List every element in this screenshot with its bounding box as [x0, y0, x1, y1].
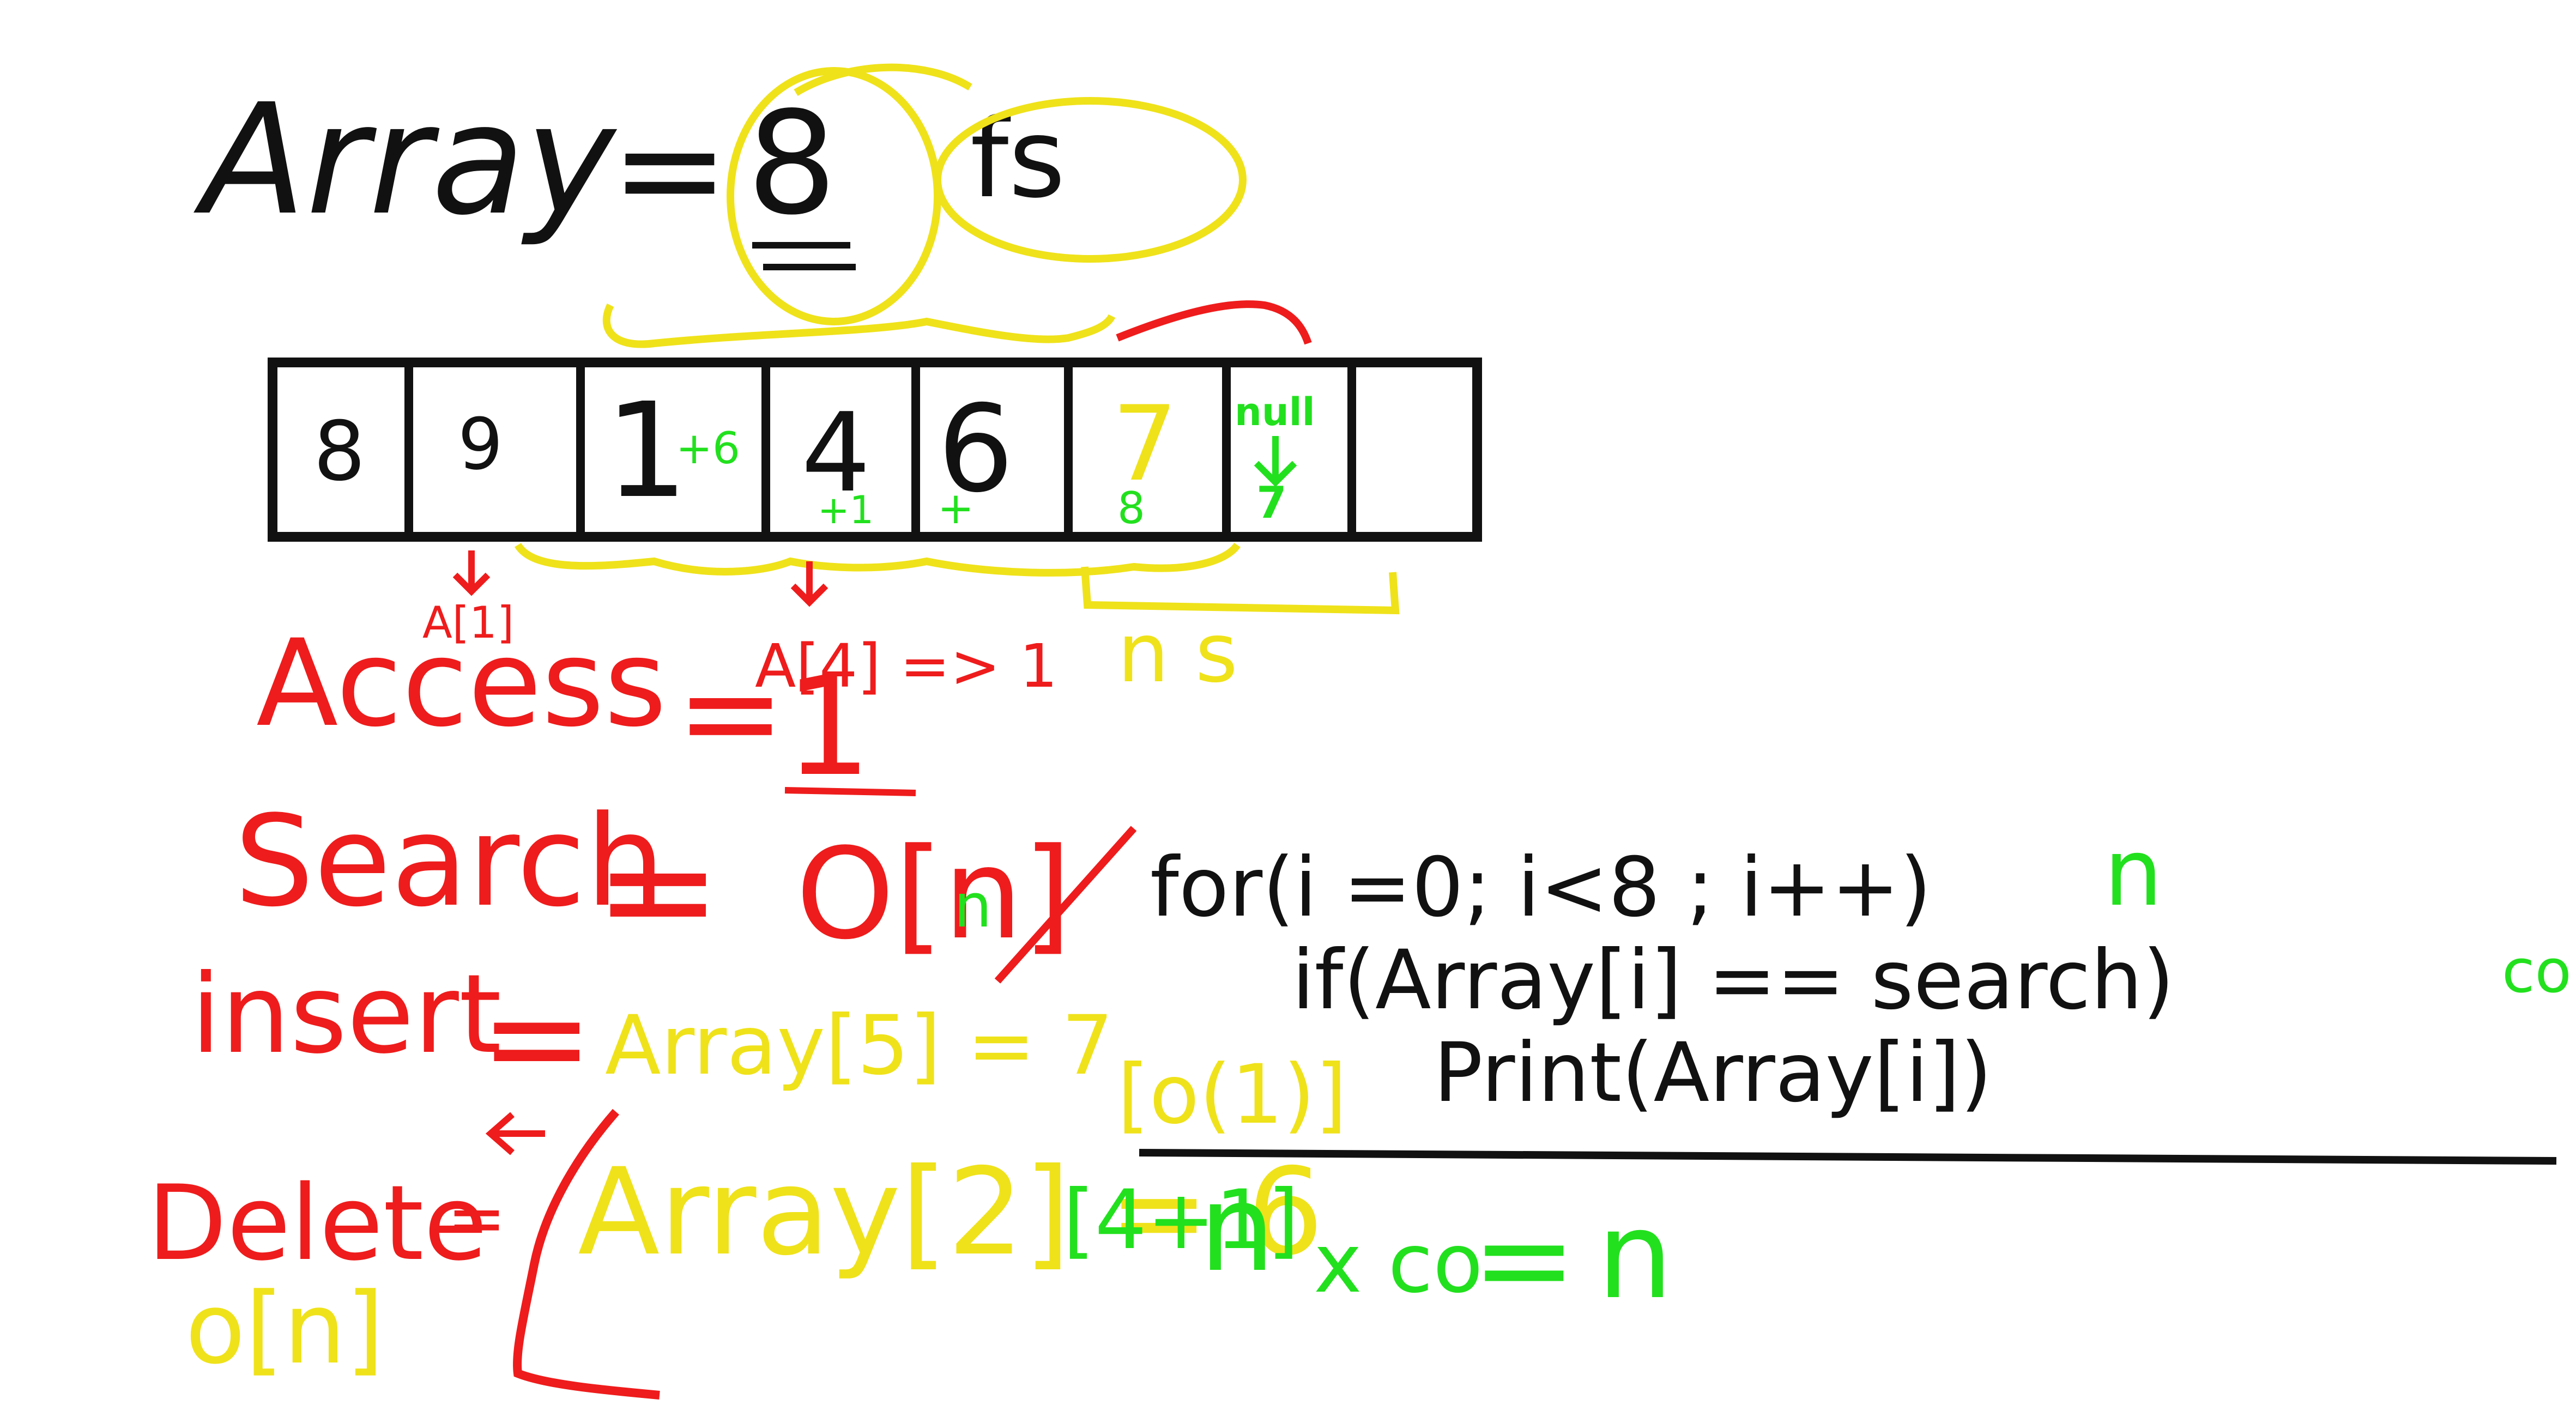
title-equals: = — [610, 87, 729, 252]
cell-annotation: +1 — [818, 488, 874, 532]
delete-label: Delete — [147, 1163, 487, 1283]
cell-annotation: 8 — [1117, 483, 1145, 534]
yellow-brace-top — [602, 303, 1116, 348]
yellow-brace-bottom — [515, 542, 1241, 577]
access-underline — [784, 787, 916, 796]
insert-complexity: [o(1)] — [1117, 1047, 1347, 1142]
array-cell-value: 8 — [313, 404, 365, 499]
shift-equals: = — [1472, 1187, 1577, 1333]
cell-annotation: null — [1235, 390, 1315, 434]
array-cell-value: 9 — [458, 403, 503, 486]
insert-equals: = — [480, 958, 594, 1117]
access-equals: = — [676, 636, 785, 789]
shift-n1: n — [1199, 1159, 1275, 1298]
code-line-3: Print(Array[i]) — [1434, 1026, 1992, 1121]
array-box — [268, 358, 1482, 542]
delete-equals: = — [447, 1177, 506, 1259]
code-divider-line — [1139, 1149, 2557, 1165]
cell-annotation: +6 — [676, 423, 740, 474]
title-word: Array — [192, 71, 618, 249]
access-value: 1 — [785, 647, 872, 806]
label-ns: n s — [1117, 606, 1238, 701]
shift-n2: n — [1597, 1186, 1673, 1325]
insert-label: insert — [191, 951, 501, 1078]
yellow-bracket-ns — [1081, 566, 1400, 615]
code-line-1: for(i =0; i<8 ; i++) — [1150, 840, 1932, 935]
whiteboard-canvas: Array = 8 fs 8 9 1 4 6 7 +6 +1 + 8 null … — [147, 63, 2572, 1400]
size-underline — [752, 242, 856, 270]
search-equals: = — [594, 802, 722, 979]
code-line-2-cost: co — [2502, 936, 2572, 1006]
access-label: Access — [256, 614, 667, 753]
red-left-arrow — [485, 1112, 545, 1155]
delete-complexity: o[n] — [185, 1272, 384, 1386]
insert-expression: Array[5] = 7 — [605, 998, 1114, 1093]
title-suffix: fs — [970, 95, 1066, 222]
code-line-2: if(Array[i] == search) — [1292, 933, 2174, 1028]
cell-annotation: 7 — [1256, 477, 1287, 528]
code-line-1-cost: n — [2104, 819, 2163, 927]
search-n-marker: n — [954, 871, 992, 941]
red-down-arrow — [452, 550, 491, 596]
cell-annotation: + — [938, 483, 974, 534]
shift-times: x co — [1314, 1216, 1483, 1311]
red-brace-top — [1116, 300, 1312, 345]
green-down-arrow — [1254, 436, 1297, 487]
